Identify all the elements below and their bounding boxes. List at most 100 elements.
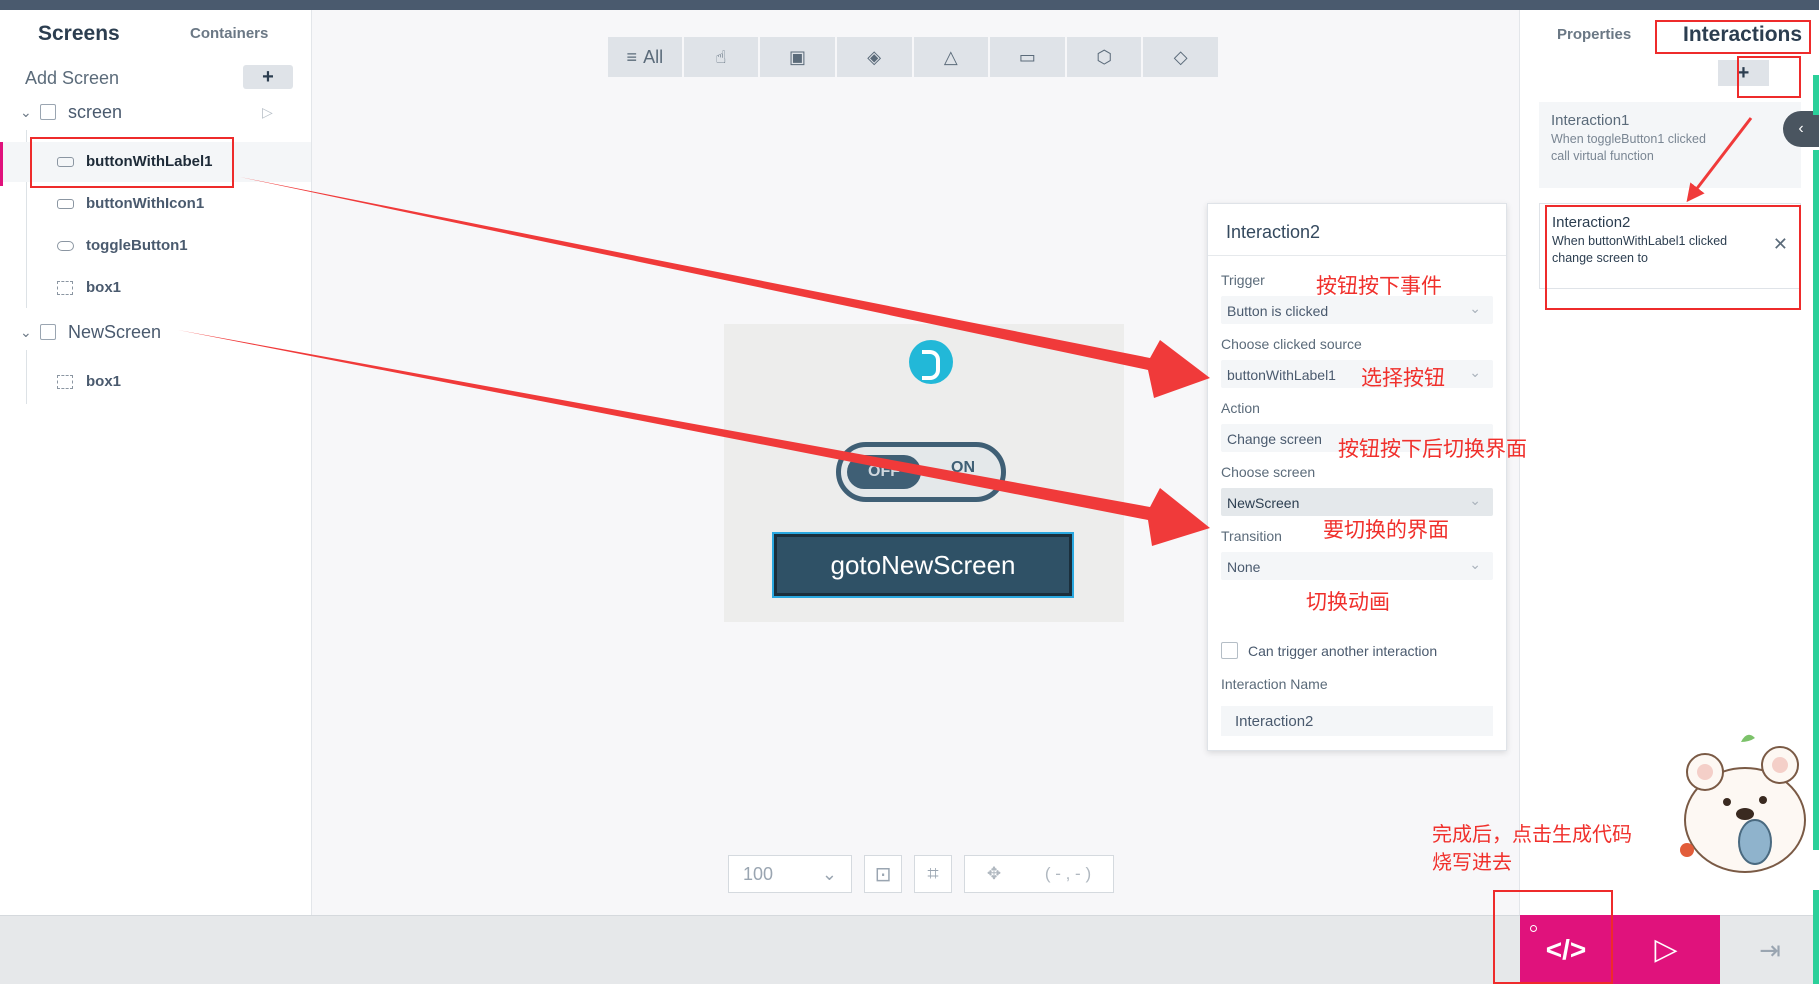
move-icon: ✥: [986, 864, 1002, 883]
play-icon: ▷: [1654, 933, 1678, 966]
source-select[interactable]: buttonWithLabel1 ⌄: [1221, 360, 1493, 388]
trigger-value: Button is clicked: [1227, 303, 1329, 319]
interaction-card-line1: When toggleButton1 clicked: [1551, 132, 1706, 146]
filter-images-button[interactable]: ▣: [760, 37, 835, 77]
play-icon[interactable]: ▷: [262, 104, 273, 121]
tab-properties[interactable]: Properties: [1557, 26, 1631, 43]
chevron-down-icon[interactable]: ⌄: [20, 104, 32, 121]
toggle-on-label: ON: [951, 459, 975, 476]
interaction-card-1[interactable]: Interaction1 When toggleButton1 clicked …: [1539, 102, 1801, 188]
cube-icon: ⬡: [1096, 46, 1112, 67]
chevron-down-icon: ⌄: [1469, 492, 1481, 508]
add-screen-button[interactable]: +: [243, 65, 293, 89]
chevron-down-icon: ⌄: [1469, 556, 1481, 572]
crop-icon: ⌗: [927, 862, 939, 885]
annotation-action: 按钮按下后切换界面: [1338, 437, 1527, 461]
transition-label: Transition: [1221, 528, 1282, 544]
highlight-box-generate-code: [1493, 890, 1613, 984]
image-icon: ▣: [789, 46, 807, 67]
highlight-box-interaction2: [1545, 205, 1801, 310]
annotation-screen: 要切换的界面: [1323, 518, 1449, 542]
add-screen-label: Add Screen: [25, 68, 120, 88]
screen-row-newscreen[interactable]: ⌄ NewScreen: [0, 314, 311, 350]
screen-value: NewScreen: [1227, 495, 1300, 511]
coordinates-display: ✥ ( - , - ): [964, 855, 1114, 893]
filter-misc-button[interactable]: ◇: [1143, 37, 1218, 77]
filter-containers-button[interactable]: ◈: [836, 37, 912, 77]
bear-sticker: [1680, 734, 1806, 873]
tab-screens[interactable]: Screens: [38, 22, 120, 46]
screen-name: screen: [68, 102, 123, 122]
toggle-off-label: OFF: [847, 455, 921, 489]
transition-select[interactable]: None ⌄: [1221, 552, 1493, 580]
zoom-select[interactable]: 100 ⌄: [728, 855, 852, 893]
exit-button[interactable]: ⇥: [1745, 930, 1795, 970]
screen-row-screen[interactable]: ⌄ screen ▷: [0, 94, 311, 130]
exit-icon: ⇥: [1759, 935, 1781, 965]
canvas-controls: 100 ⌄ ⊡ ⌗ ✥ ( - , - ): [728, 855, 1114, 893]
coordinates-value: ( - , - ): [1044, 864, 1092, 883]
box-widget-icon: [57, 281, 73, 295]
window-top-bar: [0, 0, 1819, 10]
green-edge: [1813, 890, 1819, 984]
green-edge: [1813, 75, 1819, 115]
widget-row-buttonWithIcon1[interactable]: buttonWithIcon1: [0, 184, 311, 224]
chevron-down-icon[interactable]: ⌄: [20, 324, 32, 341]
source-value: buttonWithLabel1: [1227, 367, 1336, 383]
widget-name: box1: [86, 373, 122, 390]
can-trigger-label: Can trigger another interaction: [1248, 643, 1438, 659]
highlight-box-add: [1737, 56, 1801, 98]
interaction-name-label: Interaction Name: [1221, 676, 1328, 692]
fit-screen-button[interactable]: ⊡: [864, 855, 902, 893]
highlight-box-widget: [30, 137, 234, 188]
action-label: Action: [1221, 400, 1260, 416]
widget-row-toggleButton1[interactable]: toggleButton1: [0, 226, 311, 266]
action-value: Change screen: [1227, 431, 1322, 447]
filter-3d-button[interactable]: ⬡: [1066, 37, 1142, 77]
box-widget-icon: [57, 375, 73, 389]
chevron-down-icon: ⌄: [821, 863, 837, 884]
interaction-card-desc: When toggleButton1 clicked call virtual …: [1551, 131, 1761, 165]
screen-checkbox[interactable]: [40, 324, 56, 340]
filter-buttons-button[interactable]: ☝: [683, 37, 759, 77]
widget-row-box1[interactable]: box1: [0, 268, 311, 308]
chevron-down-icon: ⌄: [1469, 300, 1481, 316]
filter-all-button[interactable]: ≡ All: [608, 37, 682, 77]
interaction-title: Interaction2: [1226, 222, 1321, 242]
filter-shapes-button[interactable]: △: [913, 37, 989, 77]
selection-marker: [0, 142, 3, 186]
chevron-down-icon: ⌄: [1469, 364, 1481, 380]
source-label: Choose clicked source: [1221, 336, 1362, 352]
widget-name: box1: [86, 279, 122, 296]
collapse-panel-button[interactable]: ‹: [1783, 111, 1819, 147]
run-simulator-button[interactable]: ▷: [1612, 915, 1720, 984]
filter-progress-button[interactable]: ▭: [990, 37, 1065, 77]
transition-value: None: [1227, 559, 1261, 575]
annotation-source: 选择按钮: [1361, 366, 1445, 390]
toggle-button-widget[interactable]: OFF ON: [836, 442, 1006, 502]
tab-containers[interactable]: Containers: [190, 25, 268, 42]
widget-row-newscreen-box1[interactable]: box1: [0, 362, 311, 402]
annotation-final-line2: 烧写进去: [1432, 850, 1512, 874]
screen-select[interactable]: NewScreen ⌄: [1221, 488, 1493, 516]
screen-checkbox[interactable]: [40, 104, 56, 120]
screen-label: Choose screen: [1221, 464, 1316, 480]
trigger-select[interactable]: Button is clicked ⌄: [1221, 296, 1493, 324]
shapes-icon: △: [943, 46, 958, 67]
widget-toolbar: ≡ All ☝ ▣ ◈ △ ▭ ⬡ ◇: [608, 37, 1218, 77]
can-trigger-checkbox[interactable]: [1221, 642, 1238, 659]
crop-button[interactable]: ⌗: [914, 855, 952, 893]
divider: [1208, 255, 1506, 256]
chevron-left-icon: ‹: [1798, 120, 1804, 137]
annotation-trigger: 按钮按下事件: [1316, 274, 1442, 298]
screen-canvas[interactable]: OFF ON gotoNewScreen: [724, 324, 1124, 622]
focus-icon: ⊡: [874, 863, 892, 886]
layers-icon: ◈: [867, 46, 882, 67]
widget-name: buttonWithIcon1: [86, 195, 205, 212]
interaction-name-input[interactable]: Interaction2: [1221, 706, 1493, 736]
filter-all-label: All: [643, 46, 664, 67]
goto-new-screen-button[interactable]: gotoNewScreen: [772, 532, 1074, 598]
widget-name: toggleButton1: [86, 237, 188, 254]
trigger-label: Trigger: [1221, 272, 1265, 288]
highlight-box-interactions-tab: [1655, 20, 1811, 54]
